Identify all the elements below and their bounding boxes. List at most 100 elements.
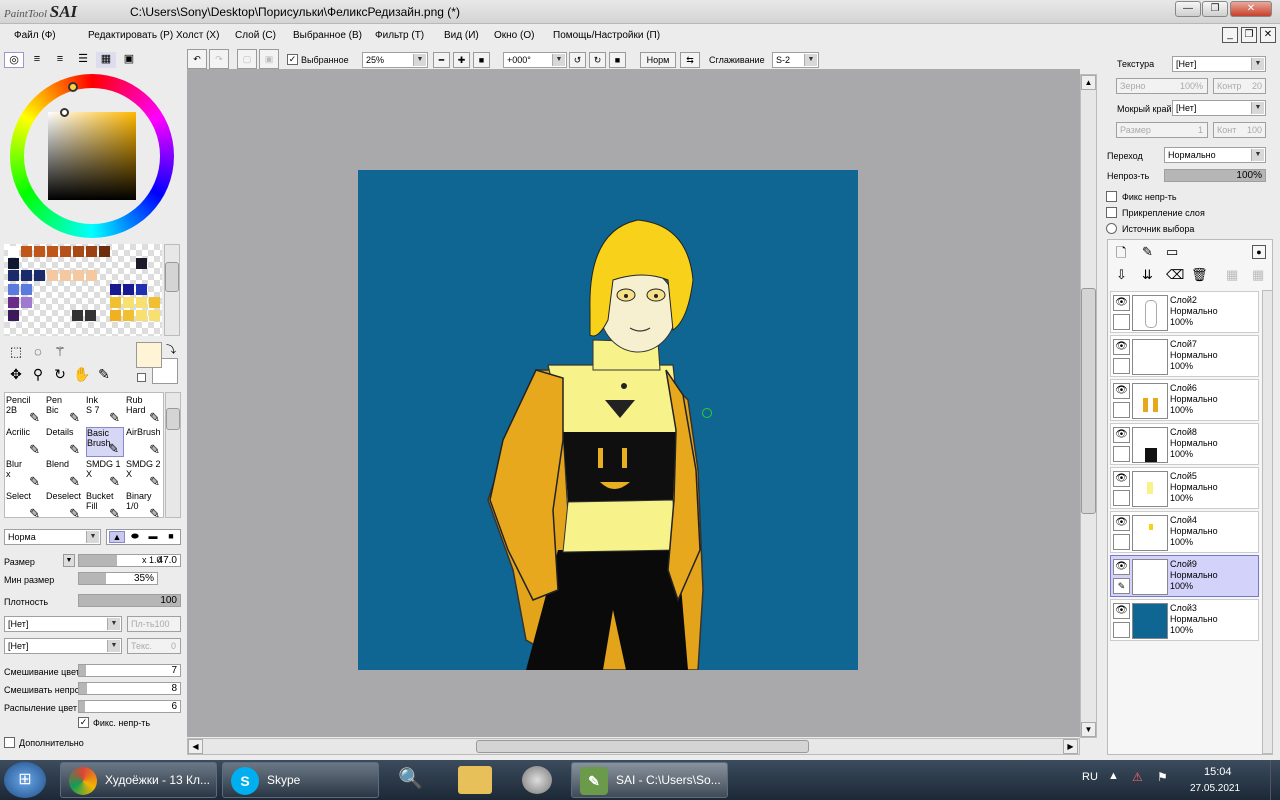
color-swatch[interactable] xyxy=(136,297,147,308)
layer-row[interactable]: 👁 Слой7 Нормально 100% xyxy=(1110,335,1259,377)
color-swatch[interactable] xyxy=(110,284,121,295)
swatches-tab-icon[interactable]: ▦ xyxy=(96,52,116,68)
brush-mode-select[interactable]: Норма ▼ xyxy=(4,529,101,545)
swatch-scroll-thumb[interactable] xyxy=(165,262,179,292)
move-icon[interactable]: ✥ xyxy=(6,366,26,386)
color-swatch[interactable] xyxy=(123,297,134,308)
texture-select-1[interactable]: [Нет] ▼ xyxy=(4,616,122,632)
brush-tool-ink[interactable]: Ink S 7 ✎ xyxy=(86,395,124,425)
brush-tool-binary[interactable]: Binary 1/0 ✎ xyxy=(126,491,164,521)
color-swatch[interactable] xyxy=(34,270,45,281)
brush-tool-pencil[interactable]: Pencil 2B ✎ xyxy=(6,395,44,425)
layer-row[interactable]: 👁 Слой2 Нормально 100% xyxy=(1110,291,1259,333)
transparent-color-icon[interactable] xyxy=(137,373,146,382)
saturation-value-square[interactable] xyxy=(48,112,136,200)
drawing-canvas[interactable] xyxy=(358,170,858,671)
brush-tool-blend[interactable]: Blend ✎ xyxy=(46,459,84,489)
mdi-restore-icon[interactable]: ❐ xyxy=(1241,27,1257,43)
layer-lock-toggle[interactable] xyxy=(1113,358,1130,374)
primary-color-front[interactable] xyxy=(136,342,162,368)
rotate-reset-icon[interactable]: ■ xyxy=(609,52,626,68)
brush-tool-rub[interactable]: Rub Hard ✎ xyxy=(126,395,164,425)
rgb-slider-tab-icon[interactable]: ≡ xyxy=(27,52,47,68)
rotate-right-icon[interactable]: ↻ xyxy=(589,52,606,68)
mdi-close-icon[interactable]: ✕ xyxy=(1260,27,1276,43)
close-icon[interactable]: ✕ xyxy=(1230,1,1272,17)
visibility-eye-icon[interactable]: 👁 xyxy=(1113,295,1130,311)
color-swatch[interactable] xyxy=(34,246,45,257)
keep-opacity-checkbox[interactable]: ✓ xyxy=(78,717,89,728)
brush-tool-pen[interactable]: Pen Bic ✎ xyxy=(46,395,84,425)
selection-source-radio[interactable] xyxy=(1106,223,1117,234)
vertical-scroll-thumb[interactable] xyxy=(1081,288,1096,514)
brush-tool-bucket[interactable]: Bucket Fill ✎ xyxy=(86,491,124,521)
menu-filter[interactable]: Фильтр (Т) xyxy=(375,30,424,41)
lasso-icon[interactable]: ◌ xyxy=(28,344,48,364)
wet-edge-select[interactable]: [Нет] ▼ xyxy=(1172,100,1266,116)
fix-opacity-checkbox[interactable] xyxy=(1106,191,1117,202)
color-swatch[interactable] xyxy=(136,258,147,269)
show-hidden-icons-icon[interactable]: ▲ xyxy=(1108,770,1119,782)
menu-view[interactable]: Вид (И) xyxy=(444,30,479,41)
layer-lock-toggle[interactable] xyxy=(1113,534,1130,550)
swap-colors-icon[interactable]: ⤵ xyxy=(166,341,176,356)
menu-window[interactable]: Окно (О) xyxy=(494,30,534,41)
brush-tool-blur[interactable]: Blur x ✎ xyxy=(6,459,44,489)
menu-help[interactable]: Помощь/Настройки (П) xyxy=(553,30,660,41)
scroll-up-icon[interactable]: ▲ xyxy=(1081,75,1096,90)
color-swatch[interactable] xyxy=(73,270,84,281)
zoom-out-icon[interactable]: ━ xyxy=(433,52,450,68)
hand-icon[interactable]: ✋ xyxy=(72,366,92,386)
color-swatch[interactable] xyxy=(8,310,19,321)
merge-layer-icon[interactable]: ⇊ xyxy=(1142,267,1153,283)
color-swatch[interactable] xyxy=(60,246,71,257)
scroll-right-icon[interactable]: ▶ xyxy=(1063,739,1078,754)
undo-icon[interactable]: ↶ xyxy=(187,49,207,69)
brush-tool-details[interactable]: Details ✎ xyxy=(46,427,84,457)
color-swatch[interactable] xyxy=(85,310,96,321)
color-swatch[interactable] xyxy=(60,270,71,281)
color-swatch[interactable] xyxy=(110,297,121,308)
visibility-eye-icon[interactable]: 👁 xyxy=(1113,427,1130,443)
new-layer-icon[interactable]: 🗋 xyxy=(1116,244,1126,266)
taskbar-item-skype[interactable]: S Skype xyxy=(222,762,379,798)
layer-scrollbar[interactable] xyxy=(1262,290,1273,754)
layer-row[interactable]: 👁 Слой3 Нормально 100% xyxy=(1110,599,1259,641)
visibility-eye-icon[interactable]: 👁 xyxy=(1113,603,1130,619)
color-swatch[interactable] xyxy=(8,270,19,281)
color-swatch[interactable] xyxy=(8,284,19,295)
selection-checkbox[interactable]: ✓ xyxy=(287,54,298,65)
visibility-eye-icon[interactable]: 👁 xyxy=(1113,515,1130,531)
rotate-left-icon[interactable]: ↺ xyxy=(569,52,586,68)
clip-layer-checkbox[interactable] xyxy=(1106,207,1117,218)
brush-shape-flat-icon[interactable]: ▬ xyxy=(145,531,161,543)
rotate-icon[interactable]: ↻ xyxy=(50,366,70,386)
brush-shape-sharp-icon[interactable]: ▲ xyxy=(109,531,125,543)
menu-layer[interactable]: Слой (С) xyxy=(235,30,276,41)
texture-select-2[interactable]: [Нет] ▼ xyxy=(4,638,122,654)
redo-icon[interactable]: ↷ xyxy=(209,49,229,69)
blend-button[interactable]: Норм xyxy=(640,52,676,68)
magic-wand-icon[interactable]: ⚚ xyxy=(50,344,70,364)
brush-tool-acrilic[interactable]: Acrilic ✎ xyxy=(6,427,44,457)
layer-blend-select[interactable]: Нормально ▼ xyxy=(1164,147,1266,163)
zoom-reset-icon[interactable]: ■ xyxy=(473,52,490,68)
menu-edit[interactable]: Редактировать (Р) xyxy=(88,30,173,41)
mask-icon[interactable]: ● xyxy=(1252,245,1266,259)
menu-selection[interactable]: Выбранное (В) xyxy=(293,30,362,41)
layer-row[interactable]: 👁 ✎ Слой9 Нормально 100% xyxy=(1110,555,1259,597)
tray-flag-icon[interactable]: ⚑ xyxy=(1157,770,1168,784)
color-swatch[interactable] xyxy=(149,297,160,308)
brush-tool-smdg-1[interactable]: SMDG 1 X ✎ xyxy=(86,459,124,489)
zoom-select[interactable]: 25% ▼ xyxy=(362,52,428,68)
layer-lock-toggle[interactable] xyxy=(1113,490,1130,506)
new-vector-layer-icon[interactable]: ✎ xyxy=(1142,244,1153,260)
color-swatch[interactable] xyxy=(136,310,147,321)
scroll-left-icon[interactable]: ◀ xyxy=(188,739,203,754)
start-button-icon[interactable]: ⊞ xyxy=(4,762,46,798)
layer-row[interactable]: 👁 Слой5 Нормально 100% xyxy=(1110,467,1259,509)
color-swatch[interactable] xyxy=(99,246,110,257)
maximize-icon[interactable]: ❐ xyxy=(1202,1,1228,17)
layer-lock-toggle[interactable]: ✎ xyxy=(1113,578,1130,594)
color-swatch[interactable] xyxy=(123,284,134,295)
